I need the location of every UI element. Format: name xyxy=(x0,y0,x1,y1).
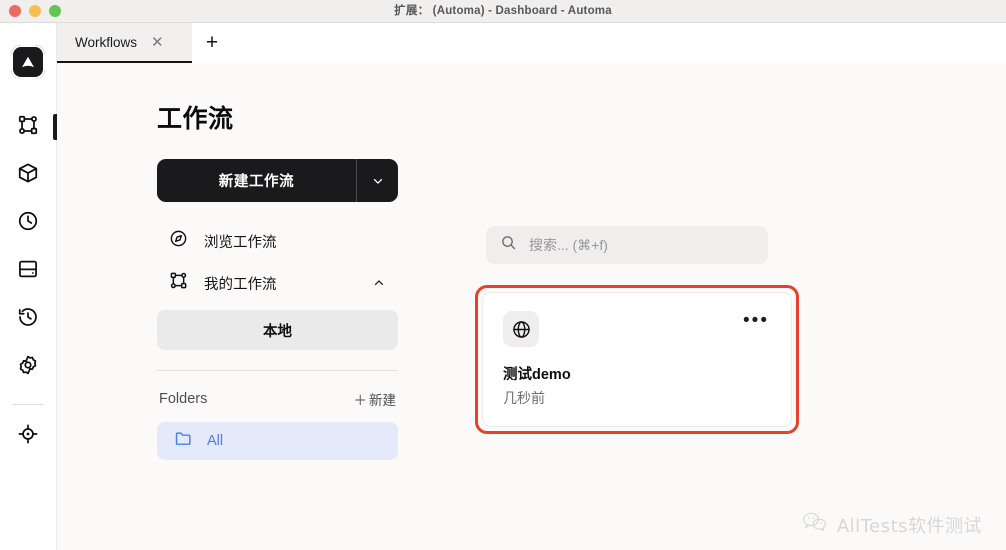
globe-icon xyxy=(503,311,539,347)
workflow-sitemap-icon xyxy=(169,271,188,295)
workflow-card-title: 测试demo xyxy=(503,367,571,383)
search-icon xyxy=(500,234,517,256)
folder-icon xyxy=(174,429,193,453)
crosshair-target-icon xyxy=(17,423,39,450)
chevron-up-icon[interactable] xyxy=(372,276,386,290)
workflow-card-menu-button[interactable]: ••• xyxy=(741,311,771,331)
folders-title: Folders xyxy=(159,391,208,407)
rail-item-element-picker[interactable] xyxy=(8,416,48,456)
page-title: 工作流 xyxy=(157,105,234,133)
sidebar-item-browse-workflows[interactable]: 浏览工作流 xyxy=(157,220,398,262)
new-workflow-button[interactable]: 新建工作流 xyxy=(157,159,398,202)
folders-header: Folders ＋ 新建 xyxy=(157,389,398,409)
search-input[interactable]: 搜索... (⌘+f) xyxy=(486,226,768,264)
rail-item-settings[interactable] xyxy=(8,347,48,387)
sidebar-item-label: 浏览工作流 xyxy=(204,234,277,251)
close-icon[interactable]: ✕ xyxy=(151,35,164,50)
window-title: 扩展： (Automa) - Dashboard - Automa xyxy=(394,5,612,17)
rail-item-schedule[interactable] xyxy=(8,203,48,243)
folder-label: All xyxy=(207,433,224,449)
workflow-sitemap-icon xyxy=(17,114,39,141)
watermark-text: AllTests软件测试 xyxy=(836,515,982,537)
workflow-card-timestamp: 几秒前 xyxy=(503,390,545,406)
settings-gear-icon xyxy=(17,354,39,381)
app-window: 扩展： (Automa) - Dashboard - Automa Workfl… xyxy=(0,0,1006,550)
sidebar-item-my-workflows[interactable]: 我的工作流 xyxy=(157,262,398,304)
watermark: AllTests软件测试 xyxy=(802,511,982,538)
main-content: 工作流 新建工作流 浏览工作流 我的工作流 本地 Folders ＋ 新建 Al… xyxy=(57,63,1006,550)
workflow-card-highlight: ••• 测试demo 几秒前 xyxy=(475,285,799,434)
package-blocks-icon xyxy=(17,162,39,189)
search-placeholder: 搜索... (⌘+f) xyxy=(529,237,608,253)
history-log-icon xyxy=(17,306,39,333)
workflow-card[interactable]: ••• 测试demo 几秒前 xyxy=(482,292,792,427)
automa-logo-icon[interactable] xyxy=(11,45,45,79)
tab-workflows[interactable]: Workflows ✕ xyxy=(57,23,192,63)
plus-icon: ＋ xyxy=(353,393,368,408)
tab-label: Workflows xyxy=(75,34,138,50)
window-titlebar: 扩展： (Automa) - Dashboard - Automa xyxy=(0,0,1006,23)
rail-item-storage[interactable] xyxy=(8,251,48,291)
wechat-icon xyxy=(802,511,828,538)
storage-table-icon xyxy=(17,258,39,285)
tab-strip: Workflows ✕ + xyxy=(57,23,1006,63)
rail-item-workflows[interactable] xyxy=(8,107,57,147)
rail-divider xyxy=(13,404,43,405)
folder-item-all[interactable]: All xyxy=(157,422,398,460)
sidebar-item-label: 我的工作流 xyxy=(204,276,277,293)
sidebar-nav: 浏览工作流 我的工作流 本地 xyxy=(157,220,398,350)
sidebar-subitem-local[interactable]: 本地 xyxy=(157,310,398,350)
rail-item-blocks[interactable] xyxy=(8,155,48,195)
rail-item-history[interactable] xyxy=(8,299,48,339)
clock-schedule-icon xyxy=(17,210,39,237)
compass-icon xyxy=(169,229,188,253)
workflows-sidebar: 新建工作流 浏览工作流 我的工作流 本地 Folders ＋ 新建 All xyxy=(157,159,398,460)
add-folder-label: 新建 xyxy=(369,393,396,408)
new-workflow-label: 新建工作流 xyxy=(218,174,295,190)
sidebar-divider xyxy=(157,370,398,371)
workflow-card-header: ••• xyxy=(503,311,771,347)
chevron-down-icon[interactable] xyxy=(356,159,398,202)
add-folder-button[interactable]: ＋ 新建 xyxy=(354,389,397,409)
icon-rail xyxy=(0,23,57,550)
new-tab-button[interactable]: + xyxy=(192,23,232,63)
